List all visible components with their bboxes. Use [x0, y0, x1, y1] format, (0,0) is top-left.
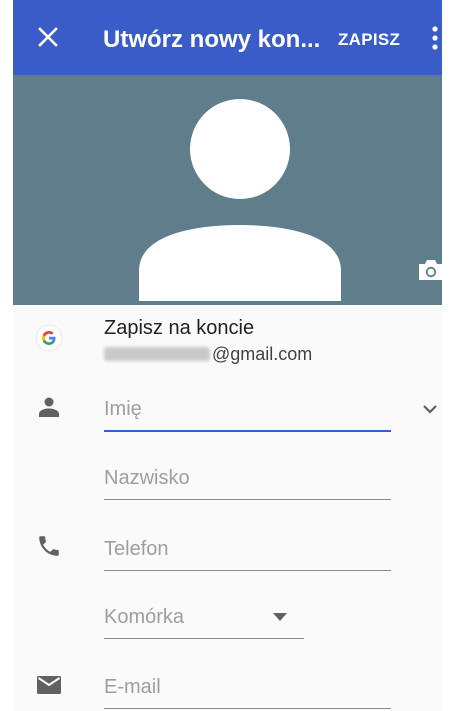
more-vert-icon[interactable]: [425, 24, 445, 54]
phone-icon: [39, 536, 59, 556]
contact-photo[interactable]: [13, 75, 445, 305]
email-redacted: [104, 347, 210, 361]
close-icon[interactable]: [33, 22, 63, 52]
chevron-down-icon[interactable]: [421, 400, 439, 418]
account-email: @gmail.com: [212, 344, 313, 364]
left-edge: [0, 0, 13, 711]
google-g-icon: [35, 324, 63, 352]
last-name-field[interactable]: Nazwisko: [104, 459, 391, 500]
person-silhouette: [139, 99, 341, 301]
page-title: Utwórz nowy kon...: [103, 26, 321, 53]
camera-icon[interactable]: [417, 258, 445, 282]
dropdown-arrow-icon[interactable]: [272, 612, 288, 622]
phone-field[interactable]: Telefon: [104, 530, 391, 571]
first-name-placeholder: Imię: [104, 398, 142, 420]
email-placeholder: E-mail: [104, 676, 161, 698]
first-name-field[interactable]: Imię: [104, 390, 391, 432]
last-name-placeholder: Nazwisko: [104, 467, 190, 489]
email-field[interactable]: E-mail: [104, 668, 391, 709]
account-row[interactable]: Zapisz na koncie @gmail.com: [13, 305, 442, 377]
phone-placeholder: Telefon: [104, 538, 169, 560]
app-bar: Utwórz nowy kon... ZAPISZ: [13, 0, 442, 75]
save-button[interactable]: ZAPISZ: [338, 30, 400, 50]
email-icon: [37, 676, 61, 694]
phone-type-value: Komórka: [104, 606, 185, 628]
account-label: Zapisz na koncie: [104, 317, 255, 339]
person-icon: [39, 397, 59, 417]
right-edge: [442, 0, 455, 711]
